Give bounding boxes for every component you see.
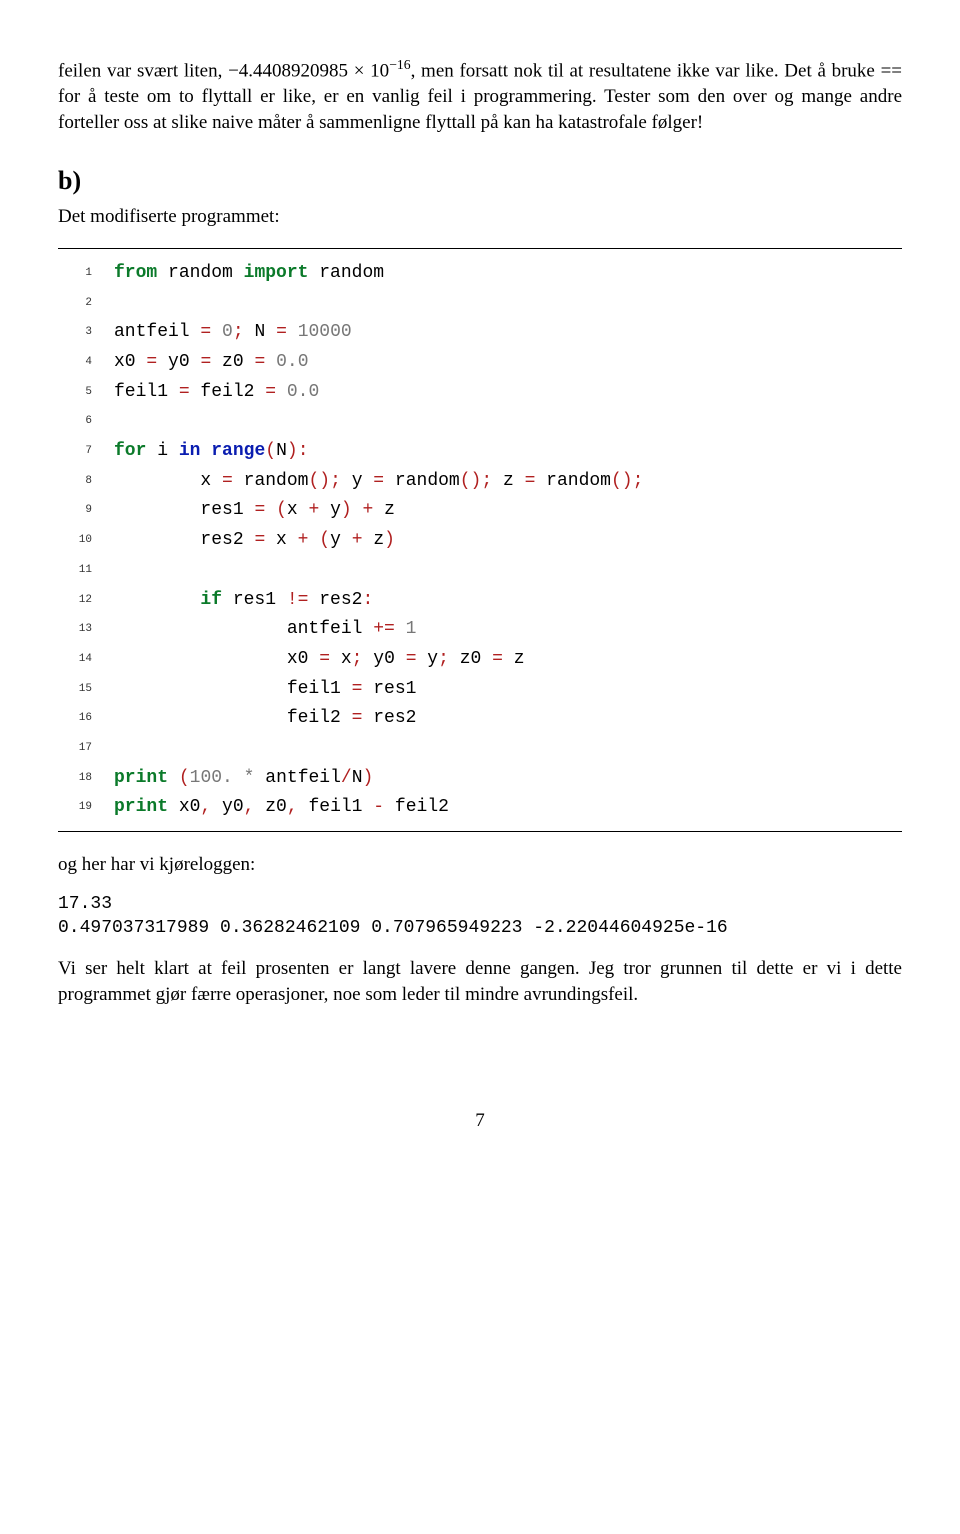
code-text: res2 = x + (y + z) (114, 526, 395, 556)
code-text: from random import random (114, 259, 384, 289)
line-number: 2 (58, 289, 114, 319)
line-number: 10 (58, 526, 114, 556)
code-text: feil1 = res1 (114, 675, 416, 705)
line-number: 9 (58, 496, 114, 526)
line-number: 3 (58, 318, 114, 348)
section-b-subtitle: Det modifiserte programmet: (58, 204, 902, 230)
line-number: 19 (58, 793, 114, 823)
code-text: if res1 != res2: (114, 586, 373, 616)
page-number: 7 (58, 1108, 902, 1134)
code-line: 12 if res1 != res2: (58, 586, 902, 616)
code-line: 5feil1 = feil2 = 0.0 (58, 378, 902, 408)
code-text: antfeil = 0; N = 10000 (114, 318, 352, 348)
code-listing: 1from random import random23antfeil = 0;… (58, 248, 902, 832)
code-line: 16 feil2 = res2 (58, 704, 902, 734)
code-line: 8 x = random(); y = random(); z = random… (58, 467, 902, 497)
section-b-label: b) (58, 163, 902, 198)
code-text: x = random(); y = random(); z = random()… (114, 467, 643, 497)
line-number: 13 (58, 615, 114, 645)
code-line: 1from random import random (58, 259, 902, 289)
runlog-caption: og her har vi kjøreloggen: (58, 852, 902, 878)
code-line: 11 (58, 556, 902, 586)
code-line: 2 (58, 289, 902, 319)
code-text: res1 = (x + y) + z (114, 496, 395, 526)
line-number: 15 (58, 675, 114, 705)
conclusion-paragraph: Vi ser helt klart at feil prosenten er l… (58, 956, 902, 1007)
line-number: 5 (58, 378, 114, 408)
code-line: 3antfeil = 0; N = 10000 (58, 318, 902, 348)
line-number: 14 (58, 645, 114, 675)
line-number: 8 (58, 467, 114, 497)
code-line: 10 res2 = x + (y + z) (58, 526, 902, 556)
code-line: 18print (100. * antfeil/N) (58, 764, 902, 794)
code-line: 13 antfeil += 1 (58, 615, 902, 645)
intro-paragraph: feilen var svært liten, −4.4408920985 × … (58, 56, 902, 135)
code-line: 6 (58, 407, 902, 437)
code-line: 4x0 = y0 = z0 = 0.0 (58, 348, 902, 378)
code-text: x0 = x; y0 = y; z0 = z (114, 645, 525, 675)
code-text: antfeil += 1 (114, 615, 416, 645)
line-number: 11 (58, 556, 114, 586)
intro-p1-exp: −16 (389, 57, 410, 72)
line-number: 1 (58, 259, 114, 289)
line-number: 4 (58, 348, 114, 378)
intro-p1-prefix: feilen var svært liten, −4.4408920985 × … (58, 60, 389, 81)
runlog-output: 17.33 0.497037317989 0.36282462109 0.707… (58, 892, 902, 941)
code-text: feil1 = feil2 = 0.0 (114, 378, 319, 408)
line-number: 17 (58, 734, 114, 764)
code-line: 7for i in range(N): (58, 437, 902, 467)
code-line: 14 x0 = x; y0 = y; z0 = z (58, 645, 902, 675)
code-text: for i in range(N): (114, 437, 309, 467)
code-text: feil2 = res2 (114, 704, 416, 734)
line-number: 7 (58, 437, 114, 467)
code-line: 19print x0, y0, z0, feil1 - feil2 (58, 793, 902, 823)
code-text: x0 = y0 = z0 = 0.0 (114, 348, 309, 378)
code-line: 9 res1 = (x + y) + z (58, 496, 902, 526)
code-text: print x0, y0, z0, feil1 - feil2 (114, 793, 449, 823)
line-number: 12 (58, 586, 114, 616)
line-number: 18 (58, 764, 114, 794)
line-number: 16 (58, 704, 114, 734)
code-line: 17 (58, 734, 902, 764)
code-text: print (100. * antfeil/N) (114, 764, 373, 794)
code-line: 15 feil1 = res1 (58, 675, 902, 705)
line-number: 6 (58, 407, 114, 437)
